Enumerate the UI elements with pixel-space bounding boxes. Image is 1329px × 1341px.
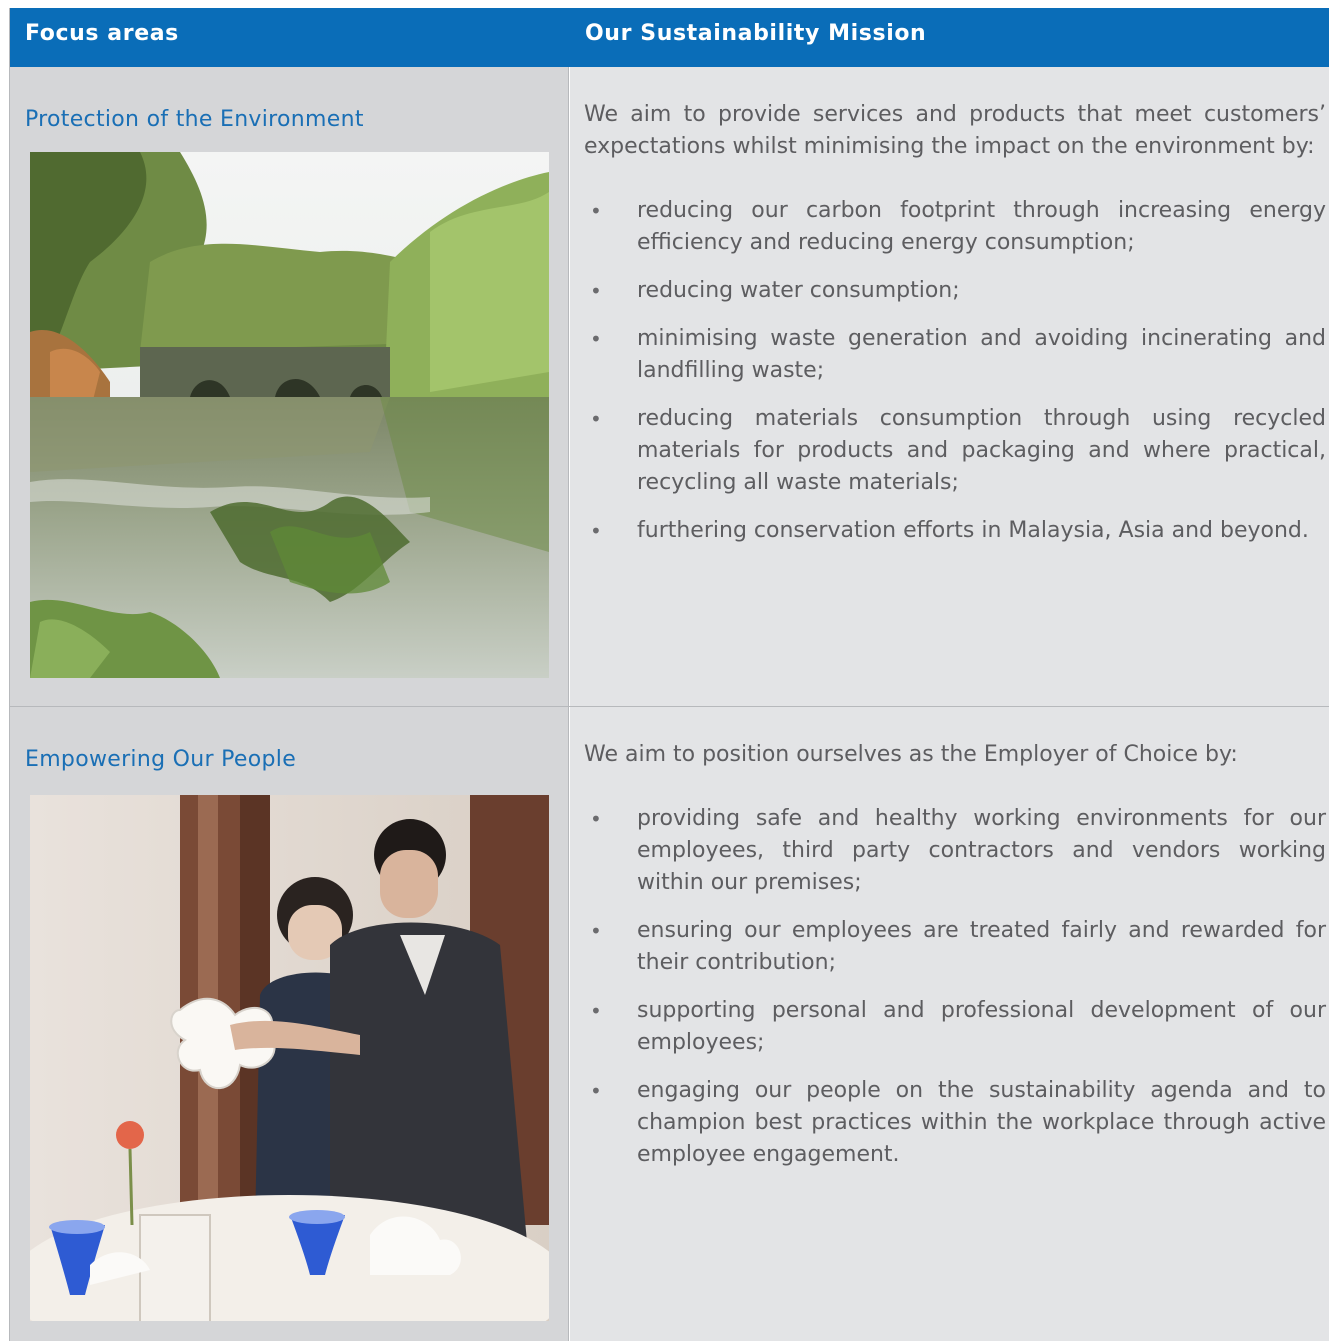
list-item: • reducing materials consumption through …	[584, 403, 1326, 499]
bullet-icon: •	[590, 199, 602, 223]
header-focus-areas: Focus areas	[25, 21, 179, 46]
mission-intro: We aim to provide services and products …	[584, 102, 1326, 159]
mission-intro: We aim to position ourselves as the Empl…	[584, 742, 1238, 767]
list-item: • reducing water consumption;	[584, 275, 1326, 307]
bullet-icon: •	[590, 807, 602, 831]
sustainability-table: Focus areas Our Sustainability Mission P…	[9, 8, 1329, 1341]
bullet-icon: •	[590, 327, 602, 351]
header-sustainability-mission: Our Sustainability Mission	[585, 21, 927, 46]
bullet-icon: •	[590, 279, 602, 303]
list-item: • furthering conservation efforts in Mala…	[584, 515, 1326, 547]
bullet-icon: •	[590, 407, 602, 431]
mission-bullets: • providing safe and healthy working envi…	[584, 803, 1326, 1187]
focus-area-title: Empowering Our People	[25, 747, 297, 772]
mission-cell: We aim to position ourselves as the Empl…	[570, 707, 1329, 1341]
focus-area-cell: Empowering Our People	[10, 707, 569, 1341]
list-item: • ensuring our employees are treated fair…	[584, 915, 1326, 979]
table-header: Focus areas Our Sustainability Mission	[10, 8, 1329, 67]
bullet-icon: •	[590, 519, 602, 543]
list-item: • supporting personal and professional de…	[584, 995, 1326, 1059]
list-item: • providing safe and healthy working envi…	[584, 803, 1326, 899]
bullet-icon: •	[590, 999, 602, 1023]
list-item: • minimising waste generation and avoidin…	[584, 323, 1326, 387]
mission-bullets: • reducing our carbon footprint through i…	[584, 195, 1326, 563]
bullet-icon: •	[590, 919, 602, 943]
staff-training-photo	[30, 795, 549, 1321]
river-bridge-photo	[30, 152, 549, 678]
focus-area-title: Protection of the Environment	[25, 107, 364, 132]
table-row: Protection of the Environment We aim to …	[10, 67, 1329, 707]
focus-area-cell: Protection of the Environment	[10, 67, 569, 706]
list-item: • reducing our carbon footprint through i…	[584, 195, 1326, 259]
table-row: Empowering Our People We aim to position…	[10, 707, 1329, 1341]
bullet-icon: •	[590, 1079, 602, 1103]
mission-cell: We aim to provide services and products …	[570, 67, 1329, 706]
list-item: • engaging our people on the sustainabili…	[584, 1075, 1326, 1171]
